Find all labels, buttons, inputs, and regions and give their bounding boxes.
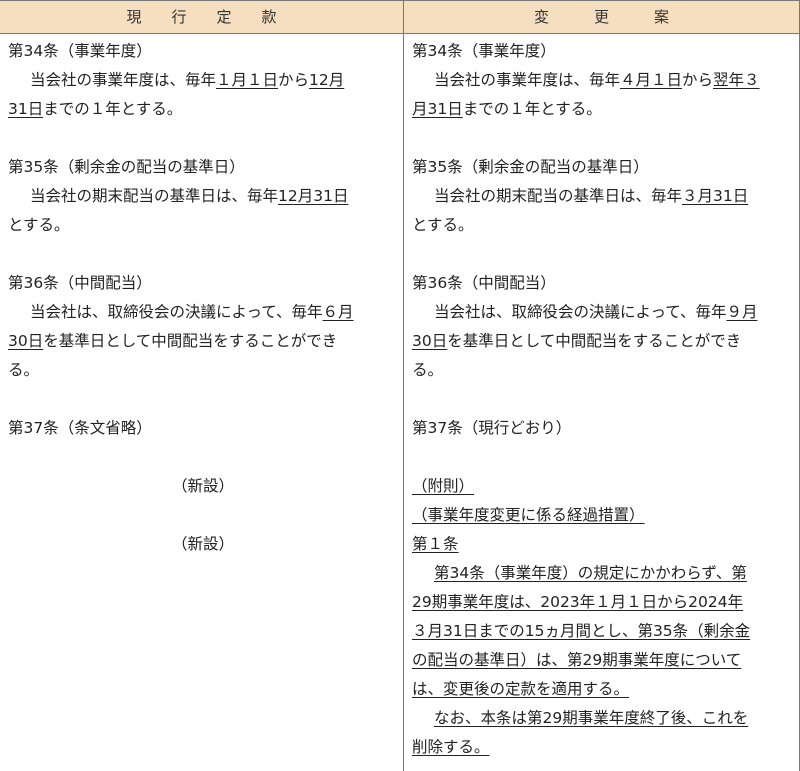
underlined-text: ３月31日までの15ヵ月間とし、第35条（剰余金 [412,622,751,640]
supplementary-paragraph-2-line-1: なお、本条は第29期事業年度終了後、これを [412,704,794,733]
underlined-text: （附則） [412,477,475,495]
article-36-line-3: る。 [8,361,40,379]
new-provision-label-1: （新設） [171,477,234,495]
underlined-text: ６月 [322,303,354,321]
article-36-title: 第36条（中間配当） [412,274,556,292]
text: 当会社は、取締役会の決議によって、毎年 [434,303,727,321]
underlined-text: 削除する。 [412,738,490,756]
supplementary-paragraph-1-line-1: 第34条（事業年度）の規定にかかわらず、第 [412,559,794,588]
articles-comparison-table: 現 行 定 款 変 更 案 第34条（事業年度） 当会社の事業年度は、毎年１月１… [0,0,800,771]
article-35-line-1: 当会社の期末配当の基準日は、毎年３月31日 [412,182,794,211]
text: 当会社の期末配当の基準日は、毎年 [434,187,683,205]
transitional-measure-heading: （事業年度変更に係る経過措置） [412,501,794,530]
underlined-text: 29期事業年度は、2023年１月１日から2024年 [412,593,744,611]
article-36-line-1: 当会社は、取締役会の決議によって、毎年９月 [412,298,794,327]
supplementary-paragraph-1-line-3: ３月31日までの15ヵ月間とし、第35条（剰余金 [412,617,794,646]
supplementary-paragraph-1-line-5: は、変更後の定款を適用する。 [412,675,794,704]
column-divider [403,0,404,771]
underlined-text: 31日 [8,100,44,118]
underlined-text: ４月１日 [620,71,683,89]
underlined-text: 12月 [309,71,345,89]
header-current-articles: 現 行 定 款 [126,8,277,26]
text: から [682,71,714,89]
article-34-line-1: 当会社の事業年度は、毎年１月１日から12月 [8,66,398,95]
article-34-title: 第34条（事業年度） [412,42,556,60]
article-36-title: 第36条（中間配当） [8,274,152,292]
article-37-title: 第37条（条文省略） [8,419,152,437]
underlined-text: １月１日 [216,71,279,89]
current-articles-column: 第34条（事業年度） 当会社の事業年度は、毎年１月１日から12月 31日までの１… [8,37,398,559]
underlined-text: の配当の基準日）は、第29期事業年度について [412,651,742,669]
article-34-title: 第34条（事業年度） [8,42,152,60]
text: を基準日として中間配当をすることができ [43,332,338,350]
article-36-line-2: 30日を基準日として中間配当をすることができ [412,327,794,356]
article-35-title: 第35条（剰余金の配当の基準日） [412,158,649,176]
supplementary-provisions-title: （附則） [412,472,794,501]
text: を基準日として中間配当をすることができ [447,332,742,350]
supplementary-article-1-title: 第１条 [412,530,794,559]
supplementary-paragraph-1-line-2: 29期事業年度は、2023年１月１日から2024年 [412,588,794,617]
table-header: 現 行 定 款 変 更 案 [0,0,799,34]
article-34-line-2: 31日までの１年とする。 [8,95,398,124]
underlined-text: （事業年度変更に係る経過措置） [412,506,645,524]
article-34-line-2: 月31日までの１年とする。 [412,95,794,124]
header-proposed-changes: 変 更 案 [533,8,669,26]
underlined-text: 30日 [8,332,44,350]
article-37-title: 第37条（現行どおり） [412,419,572,437]
text: までの１年とする。 [462,100,602,118]
article-36-line-3: る。 [412,361,444,379]
underlined-text: 月31日 [412,100,463,118]
text: 当会社は、取締役会の決議によって、毎年 [30,303,323,321]
article-36-line-1: 当会社は、取締役会の決議によって、毎年６月 [8,298,398,327]
text: 当会社の事業年度は、毎年 [434,71,621,89]
supplementary-paragraph-2-line-2: 削除する。 [412,733,794,762]
article-34-line-1: 当会社の事業年度は、毎年４月１日から翌年３ [412,66,794,95]
underlined-text: なお、本条は第29期事業年度終了後、これを [434,709,749,727]
article-35-line-2: とする。 [412,216,474,234]
underlined-text: ９月 [726,303,758,321]
article-35-line-1: 当会社の期末配当の基準日は、毎年12月31日 [8,182,398,211]
article-36-line-2: 30日を基準日として中間配当をすることができ [8,327,398,356]
underlined-text: は、変更後の定款を適用する。 [412,680,630,698]
article-35-title: 第35条（剰余金の配当の基準日） [8,158,245,176]
underlined-text: 30日 [412,332,448,350]
supplementary-paragraph-1-line-4: の配当の基準日）は、第29期事業年度について [412,646,794,675]
underlined-text: 第１条 [412,535,459,553]
underlined-text: 12月31日 [278,187,349,205]
text: までの１年とする。 [43,100,183,118]
proposed-changes-column: 第34条（事業年度） 当会社の事業年度は、毎年４月１日から翌年３ 月31日までの… [412,37,794,762]
text: 当会社の期末配当の基準日は、毎年 [30,187,279,205]
underlined-text: 翌年３ [713,71,760,89]
article-35-line-2: とする。 [8,216,70,234]
text: 当会社の事業年度は、毎年 [30,71,217,89]
underlined-text: ３月31日 [682,187,749,205]
text: から [278,71,310,89]
underlined-text: 第34条（事業年度）の規定にかかわらず、第 [434,564,747,582]
new-provision-label-2: （新設） [171,535,234,553]
